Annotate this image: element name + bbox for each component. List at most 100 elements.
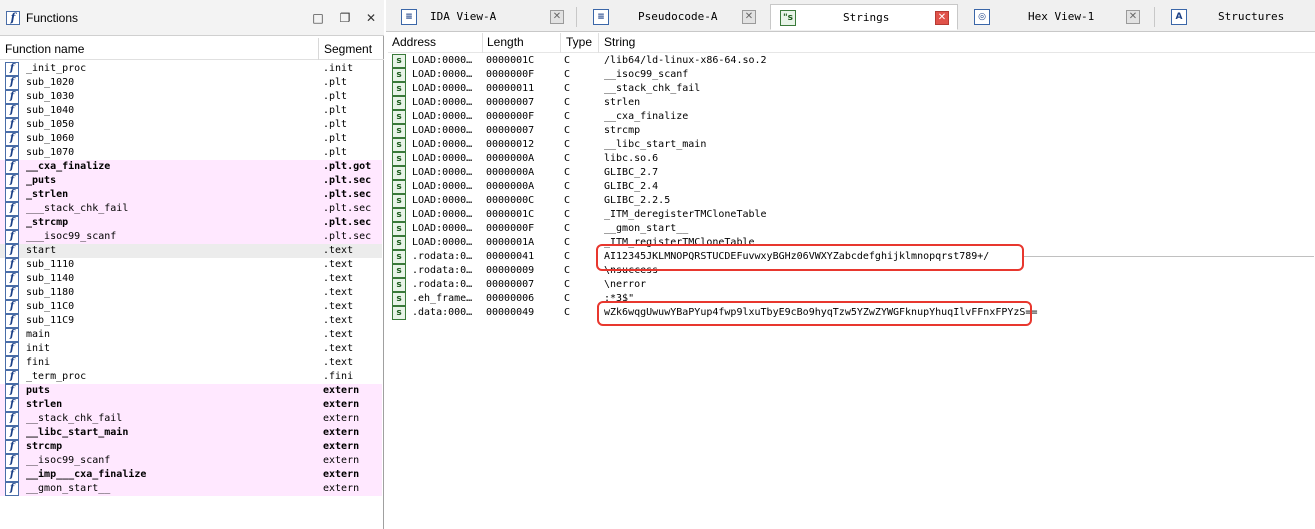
string-row[interactable]: s .rodata:0… 00000007 C \nerror [388, 278, 1315, 292]
tab-structures[interactable]: A Structures [1162, 4, 1312, 30]
string-row[interactable]: s LOAD:0000… 0000000F C __isoc99_scanf [388, 68, 1315, 82]
string-row[interactable]: s LOAD:0000… 0000001C C/lib64/ld-linux-x86-… [388, 54, 1315, 68]
string-row[interactable]: s LOAD:0000… 0000000A C GLIBC_2.7 [388, 166, 1315, 180]
string-string: strlen [604, 97, 641, 108]
column-divider[interactable] [318, 38, 319, 60]
string-row[interactable]: s LOAD:0000… 0000000F C __cxa_finalize [388, 110, 1315, 124]
function-segment: extern [323, 483, 360, 494]
close-icon[interactable]: ✕ [1126, 10, 1140, 24]
string-address: LOAD:0000… [412, 167, 473, 178]
tab-hex-view-1[interactable]: ◎ Hex View-1 ✕ [966, 4, 1146, 30]
function-row[interactable]: f sub_1040 .plt [0, 104, 382, 118]
function-row[interactable]: f strcmp extern [0, 440, 382, 454]
function-segment: .init [323, 63, 354, 74]
function-row[interactable]: f _term_proc .fini [0, 370, 382, 384]
function-row[interactable]: f sub_1070 .plt [0, 146, 382, 160]
function-row[interactable]: f ___stack_chk_fail .plt.sec [0, 202, 382, 216]
function-row[interactable]: f sub_1030 .plt [0, 90, 382, 104]
string-icon: s [392, 306, 406, 320]
column-divider[interactable] [560, 33, 561, 53]
string-row[interactable]: s LOAD:0000… 0000000A C GLIBC_2.4 [388, 180, 1315, 194]
function-row[interactable]: f sub_1050 .plt [0, 118, 382, 132]
column-header-function-name[interactable]: Function name [5, 42, 84, 56]
string-row[interactable]: s LOAD:0000… 0000000F C __gmon_start__ [388, 222, 1315, 236]
structures-icon: A [1171, 9, 1187, 25]
function-row[interactable]: f start .text [0, 244, 382, 258]
maximize-icon[interactable]: □ [309, 9, 327, 27]
function-row[interactable]: f __cxa_finalize .plt.got [0, 160, 382, 174]
function-row[interactable]: f _init_proc .init [0, 62, 382, 76]
function-segment: extern [323, 469, 360, 480]
function-segment: extern [323, 399, 360, 410]
function-row[interactable]: f __stack_chk_fail extern [0, 412, 382, 426]
function-row[interactable]: f puts extern [0, 384, 382, 398]
string-icon: s [392, 194, 406, 208]
string-icon: s [392, 236, 406, 250]
string-address: LOAD:0000… [412, 153, 473, 164]
string-row[interactable]: s LOAD:0000… 00000011 C __stack_chk_fail [388, 82, 1315, 96]
disassembly-icon: ≡ [401, 9, 417, 25]
function-row[interactable]: f ___isoc99_scanf .plt.sec [0, 230, 382, 244]
function-row[interactable]: f __isoc99_scanf extern [0, 454, 382, 468]
restore-icon[interactable]: ❐ [336, 9, 354, 27]
function-row[interactable]: f init .text [0, 342, 382, 356]
close-icon[interactable]: ✕ [362, 9, 380, 27]
function-row[interactable]: f sub_1140 .text [0, 272, 382, 286]
function-row[interactable]: f sub_11C9 .text [0, 314, 382, 328]
tab-strings[interactable]: "s Strings ✕ [770, 4, 958, 30]
function-row[interactable]: f _puts .plt.sec [0, 174, 382, 188]
string-string: __stack_chk_fail [604, 83, 701, 94]
string-row[interactable]: s LOAD:0000… 0000000C C GLIBC_2.2.5 [388, 194, 1315, 208]
function-row[interactable]: f sub_1180 .text [0, 286, 382, 300]
function-segment: extern [323, 427, 360, 438]
close-icon[interactable]: ✕ [550, 10, 564, 24]
string-length: 0000000F [486, 69, 535, 80]
column-header-address[interactable]: Address [392, 35, 436, 49]
function-name: fini [26, 357, 51, 368]
string-address: LOAD:0000… [412, 181, 473, 192]
string-row[interactable]: s LOAD:0000… 0000001C C _ITM_deregisterTMClo… [388, 208, 1315, 222]
string-length: 00000012 [486, 139, 535, 150]
function-icon: f [5, 468, 19, 482]
function-name: sub_11C0 [26, 301, 75, 312]
tab-separator [1154, 7, 1155, 27]
function-segment: extern [323, 385, 360, 396]
string-row[interactable]: s LOAD:0000… 00000012 C __libc_start_main [388, 138, 1315, 152]
tab-separator [576, 7, 577, 27]
function-name: _puts [26, 175, 57, 186]
string-row[interactable]: s LOAD:0000… 00000007 Cstrcmp [388, 124, 1315, 138]
column-divider[interactable] [482, 33, 483, 53]
column-header-segment[interactable]: Segment [324, 42, 372, 56]
function-row[interactable]: f __imp___cxa_finalize extern [0, 468, 382, 482]
column-header-type[interactable]: Type [566, 35, 592, 49]
tab-pseudocode-a[interactable]: ≡ Pseudocode-A ✕ [584, 4, 762, 30]
function-name: init [26, 343, 51, 354]
column-header-string[interactable]: String [604, 35, 635, 49]
function-row[interactable]: f sub_1110 .text [0, 258, 382, 272]
tab-ida-view-a[interactable]: ≡ IDA View-A ✕ [392, 4, 568, 30]
close-icon[interactable]: ✕ [935, 11, 949, 25]
function-row[interactable]: f strlen extern [0, 398, 382, 412]
string-row[interactable]: s LOAD:0000… 00000007 Cstrlen [388, 96, 1315, 110]
close-icon[interactable]: ✕ [742, 10, 756, 24]
function-row[interactable]: f sub_1060 .plt [0, 132, 382, 146]
function-name: sub_1110 [26, 259, 75, 270]
pseudocode-icon: ≡ [593, 9, 609, 25]
string-type: C [564, 139, 571, 150]
function-row[interactable]: f __libc_start_main extern [0, 426, 382, 440]
function-row[interactable]: f sub_11C0 .text [0, 300, 382, 314]
function-row[interactable]: f __gmon_start__ extern [0, 482, 382, 496]
function-row[interactable]: f main .text [0, 328, 382, 342]
column-divider[interactable] [598, 33, 599, 53]
string-icon: s [392, 124, 406, 138]
function-row[interactable]: f sub_1020 .plt [0, 76, 382, 90]
string-length: 00000007 [486, 97, 535, 108]
function-name: sub_11C9 [26, 315, 75, 326]
string-address: LOAD:0000… [412, 55, 473, 66]
column-header-length[interactable]: Length [487, 35, 524, 49]
string-icon: s [392, 222, 406, 236]
function-row[interactable]: f _strlen .plt.sec [0, 188, 382, 202]
function-row[interactable]: f fini .text [0, 356, 382, 370]
string-row[interactable]: s LOAD:0000… 0000000A Clibc.so.6 [388, 152, 1315, 166]
function-row[interactable]: f _strcmp .plt.sec [0, 216, 382, 230]
